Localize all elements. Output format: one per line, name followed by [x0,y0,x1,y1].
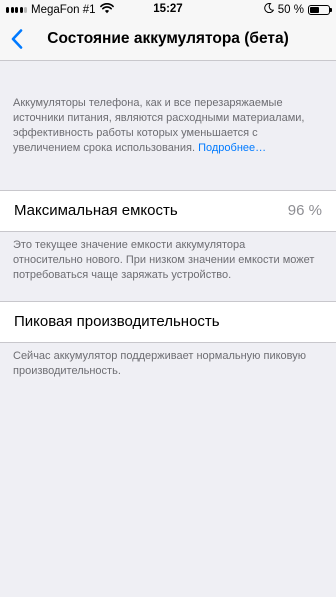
max-capacity-value: 96 % [287,202,322,219]
max-capacity-footer: Это текущее значение емкости аккумулятор… [13,239,315,281]
peak-performance-row: Пиковая производительность [0,301,336,343]
battery-fill [310,6,319,13]
learn-more-link[interactable]: Подробнее… [198,142,266,154]
status-bar-right: 50 % [264,2,332,16]
navigation-bar: Состояние аккумулятора (бета) [0,20,336,61]
max-capacity-row: Максимальная емкость 96 % [0,190,336,232]
peak-performance-footer: Сейчас аккумулятор поддерживает нормальн… [13,350,306,377]
max-capacity-label: Максимальная емкость [14,202,178,219]
peak-performance-label: Пиковая производительность [14,313,220,330]
intro-description: Аккумуляторы телефона, как и все перезар… [13,96,317,156]
page-title: Состояние аккумулятора (бета) [47,30,289,47]
battery-icon [308,4,332,15]
battery-percent: 50 % [277,3,304,16]
moon-icon [264,2,275,16]
status-bar: MegaFon #1 15:27 50 % [0,0,336,20]
